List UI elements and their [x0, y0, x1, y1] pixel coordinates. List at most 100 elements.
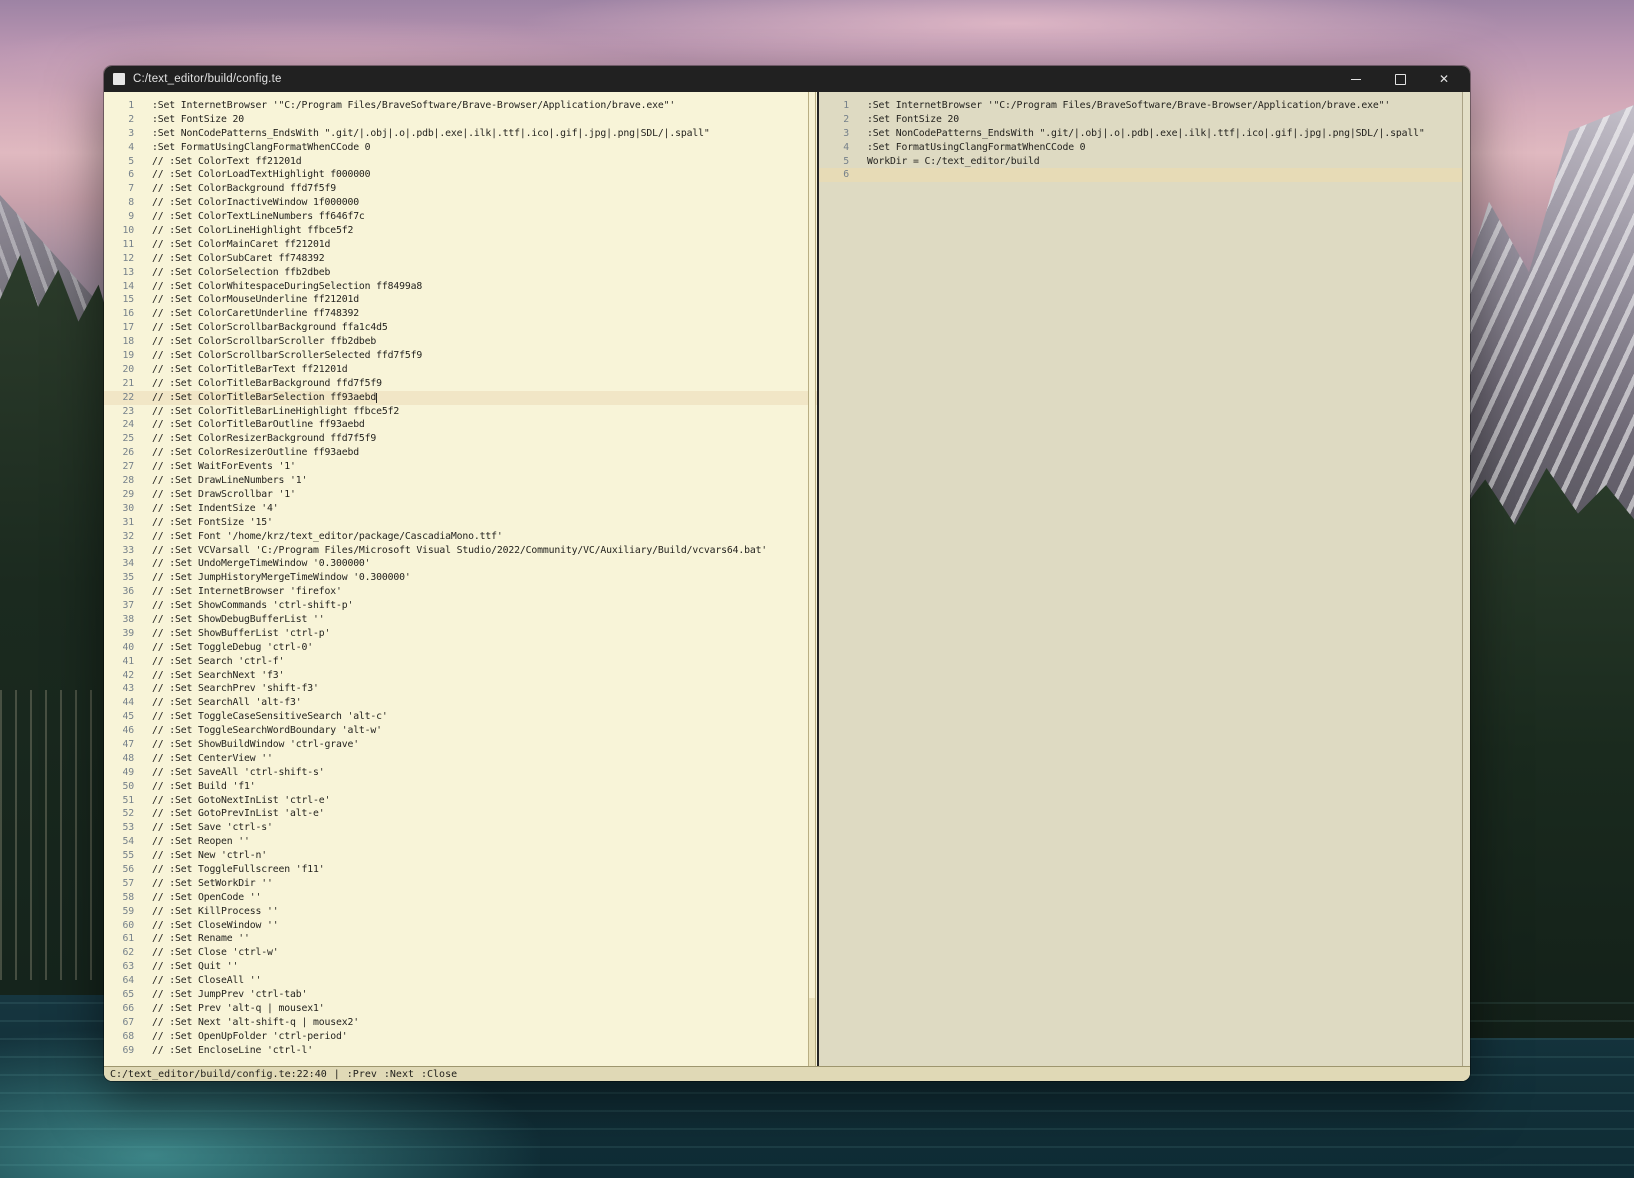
code-line[interactable]: 53// :Set Save 'ctrl-s'	[104, 821, 807, 835]
status-command[interactable]: :Close	[421, 1069, 457, 1080]
code-line[interactable]: 12// :Set ColorSubCaret ff748392	[104, 252, 807, 266]
code-area-left[interactable]: 1:Set InternetBrowser '"C:/Program Files…	[104, 92, 807, 1066]
code-line[interactable]: 65// :Set JumpPrev 'ctrl-tab'	[104, 988, 807, 1002]
code-line[interactable]: 37// :Set ShowCommands 'ctrl-shift-p'	[104, 599, 807, 613]
code-line[interactable]: 48// :Set CenterView ''	[104, 752, 807, 766]
code-line[interactable]: 3:Set NonCodePatterns_EndsWith ".git/|.o…	[819, 127, 1460, 141]
code-line[interactable]: 16// :Set ColorCaretUnderline ff748392	[104, 307, 807, 321]
code-line[interactable]: 23// :Set ColorTitleBarLineHighlight ffb…	[104, 405, 807, 419]
code-line[interactable]: 11// :Set ColorMainCaret ff21201d	[104, 238, 807, 252]
code-line[interactable]: 63// :Set Quit ''	[104, 960, 807, 974]
code-line[interactable]: 42// :Set SearchNext 'f3'	[104, 669, 807, 683]
code-line[interactable]: 33// :Set VCVarsall 'C:/Program Files/Mi…	[104, 544, 807, 558]
code-line[interactable]: 5// :Set ColorText ff21201d	[104, 155, 807, 169]
code-line[interactable]: 61// :Set Rename ''	[104, 932, 807, 946]
line-number: 59	[104, 905, 152, 919]
code-line[interactable]: 27// :Set WaitForEvents '1'	[104, 460, 807, 474]
code-line[interactable]: 6	[819, 168, 1470, 182]
code-line[interactable]: 49// :Set SaveAll 'ctrl-shift-s'	[104, 766, 807, 780]
editor-pane-left[interactable]: 1:Set InternetBrowser '"C:/Program Files…	[104, 92, 817, 1066]
code-line[interactable]: 40// :Set ToggleDebug 'ctrl-0'	[104, 641, 807, 655]
maximize-button[interactable]	[1378, 66, 1422, 92]
code-line[interactable]: 15// :Set ColorMouseUnderline ff21201d	[104, 293, 807, 307]
code-line[interactable]: 6// :Set ColorLoadTextHighlight f000000	[104, 168, 807, 182]
code-line[interactable]: 64// :Set CloseAll ''	[104, 974, 807, 988]
code-line[interactable]: 47// :Set ShowBuildWindow 'ctrl-grave'	[104, 738, 807, 752]
code-line[interactable]: 51// :Set GotoNextInList 'ctrl-e'	[104, 794, 807, 808]
code-line[interactable]: 17// :Set ColorScrollbarBackground ffa1c…	[104, 321, 807, 335]
code-line[interactable]: 2:Set FontSize 20	[104, 113, 807, 127]
code-line[interactable]: 57// :Set SetWorkDir ''	[104, 877, 807, 891]
status-command[interactable]: :Next	[384, 1069, 414, 1080]
code-line[interactable]: 56// :Set ToggleFullscreen 'f11'	[104, 863, 807, 877]
code-line[interactable]: 24// :Set ColorTitleBarOutline ff93aebd	[104, 418, 807, 432]
code-line[interactable]: 39// :Set ShowBufferList 'ctrl-p'	[104, 627, 807, 641]
right-pane-scrollbar[interactable]	[1462, 92, 1470, 1066]
code-line[interactable]: 1:Set InternetBrowser '"C:/Program Files…	[104, 99, 807, 113]
maximize-icon	[1395, 74, 1406, 85]
code-line[interactable]: 22// :Set ColorTitleBarSelection ff93aeb…	[104, 391, 817, 405]
code-line[interactable]: 38// :Set ShowDebugBufferList ''	[104, 613, 807, 627]
code-line[interactable]: 18// :Set ColorScrollbarScroller ffb2dbe…	[104, 335, 807, 349]
code-line[interactable]: 62// :Set Close 'ctrl-w'	[104, 946, 807, 960]
code-line[interactable]: 32// :Set Font '/home/krz/text_editor/pa…	[104, 530, 807, 544]
code-line[interactable]: 20// :Set ColorTitleBarText ff21201d	[104, 363, 807, 377]
code-line[interactable]: 13// :Set ColorSelection ffb2dbeb	[104, 266, 807, 280]
line-number: 15	[104, 293, 152, 307]
code-area-right[interactable]: 1:Set InternetBrowser '"C:/Program Files…	[819, 92, 1460, 1066]
code-line[interactable]: 4:Set FormatUsingClangFormatWhenCCode 0	[104, 141, 807, 155]
line-number: 45	[104, 710, 152, 724]
minimize-button[interactable]	[1334, 66, 1378, 92]
left-scrollbar-thumb[interactable]	[809, 92, 815, 998]
line-number: 12	[104, 252, 152, 266]
code-line[interactable]: 31// :Set FontSize '15'	[104, 516, 807, 530]
line-number: 2	[104, 113, 152, 127]
code-line[interactable]: 59// :Set KillProcess ''	[104, 905, 807, 919]
code-line[interactable]: 26// :Set ColorResizerOutline ff93aebd	[104, 446, 807, 460]
code-line[interactable]: 21// :Set ColorTitleBarBackground ffd7f5…	[104, 377, 807, 391]
code-line[interactable]: 46// :Set ToggleSearchWordBoundary 'alt-…	[104, 724, 807, 738]
line-number: 41	[104, 655, 152, 669]
editor-main: 1:Set InternetBrowser '"C:/Program Files…	[104, 92, 1470, 1066]
code-line[interactable]: 8// :Set ColorInactiveWindow 1f000000	[104, 196, 807, 210]
line-number: 8	[104, 196, 152, 210]
close-button[interactable]: ✕	[1422, 66, 1466, 92]
title-bar[interactable]: C:/text_editor/build/config.te ✕	[104, 66, 1470, 92]
editor-pane-right[interactable]: 1:Set InternetBrowser '"C:/Program Files…	[819, 92, 1470, 1066]
code-line[interactable]: 4:Set FormatUsingClangFormatWhenCCode 0	[819, 141, 1460, 155]
line-number: 63	[104, 960, 152, 974]
code-line[interactable]: 67// :Set Next 'alt-shift-q | mousex2'	[104, 1016, 807, 1030]
code-line[interactable]: 45// :Set ToggleCaseSensitiveSearch 'alt…	[104, 710, 807, 724]
code-line[interactable]: 9// :Set ColorTextLineNumbers ff646f7c	[104, 210, 807, 224]
code-line[interactable]: 19// :Set ColorScrollbarScrollerSelected…	[104, 349, 807, 363]
code-line[interactable]: 52// :Set GotoPrevInList 'alt-e'	[104, 807, 807, 821]
code-line[interactable]: 55// :Set New 'ctrl-n'	[104, 849, 807, 863]
code-line[interactable]: 66// :Set Prev 'alt-q | mousex1'	[104, 1002, 807, 1016]
code-line[interactable]: 14// :Set ColorWhitespaceDuringSelection…	[104, 280, 807, 294]
code-line[interactable]: 69// :Set EncloseLine 'ctrl-l'	[104, 1044, 807, 1058]
code-line[interactable]: 30// :Set IndentSize '4'	[104, 502, 807, 516]
code-line[interactable]: 60// :Set CloseWindow ''	[104, 919, 807, 933]
code-line[interactable]: 68// :Set OpenUpFolder 'ctrl-period'	[104, 1030, 807, 1044]
code-line[interactable]: 54// :Set Reopen ''	[104, 835, 807, 849]
status-command[interactable]: :Prev	[347, 1069, 377, 1080]
code-line[interactable]: 5WorkDir = C:/text_editor/build	[819, 155, 1460, 169]
code-line[interactable]: 43// :Set SearchPrev 'shift-f3'	[104, 682, 807, 696]
code-line[interactable]: 28// :Set DrawLineNumbers '1'	[104, 474, 807, 488]
left-pane-scrollbar[interactable]	[808, 92, 816, 1066]
code-line[interactable]: 7// :Set ColorBackground ffd7f5f9	[104, 182, 807, 196]
code-line[interactable]: 44// :Set SearchAll 'alt-f3'	[104, 696, 807, 710]
code-line[interactable]: 58// :Set OpenCode ''	[104, 891, 807, 905]
code-line[interactable]: 29// :Set DrawScrollbar '1'	[104, 488, 807, 502]
code-line[interactable]: 35// :Set JumpHistoryMergeTimeWindow '0.…	[104, 571, 807, 585]
code-line[interactable]: 3:Set NonCodePatterns_EndsWith ".git/|.o…	[104, 127, 807, 141]
code-line[interactable]: 1:Set InternetBrowser '"C:/Program Files…	[819, 99, 1460, 113]
code-line[interactable]: 25// :Set ColorResizerBackground ffd7f5f…	[104, 432, 807, 446]
code-line[interactable]: 50// :Set Build 'f1'	[104, 780, 807, 794]
code-line[interactable]: 36// :Set InternetBrowser 'firefox'	[104, 585, 807, 599]
code-line[interactable]: 2:Set FontSize 20	[819, 113, 1460, 127]
right-scrollbar-thumb[interactable]	[1463, 92, 1470, 1066]
code-line[interactable]: 34// :Set UndoMergeTimeWindow '0.300000'	[104, 557, 807, 571]
code-line[interactable]: 10// :Set ColorLineHighlight ffbce5f2	[104, 224, 807, 238]
code-line[interactable]: 41// :Set Search 'ctrl-f'	[104, 655, 807, 669]
